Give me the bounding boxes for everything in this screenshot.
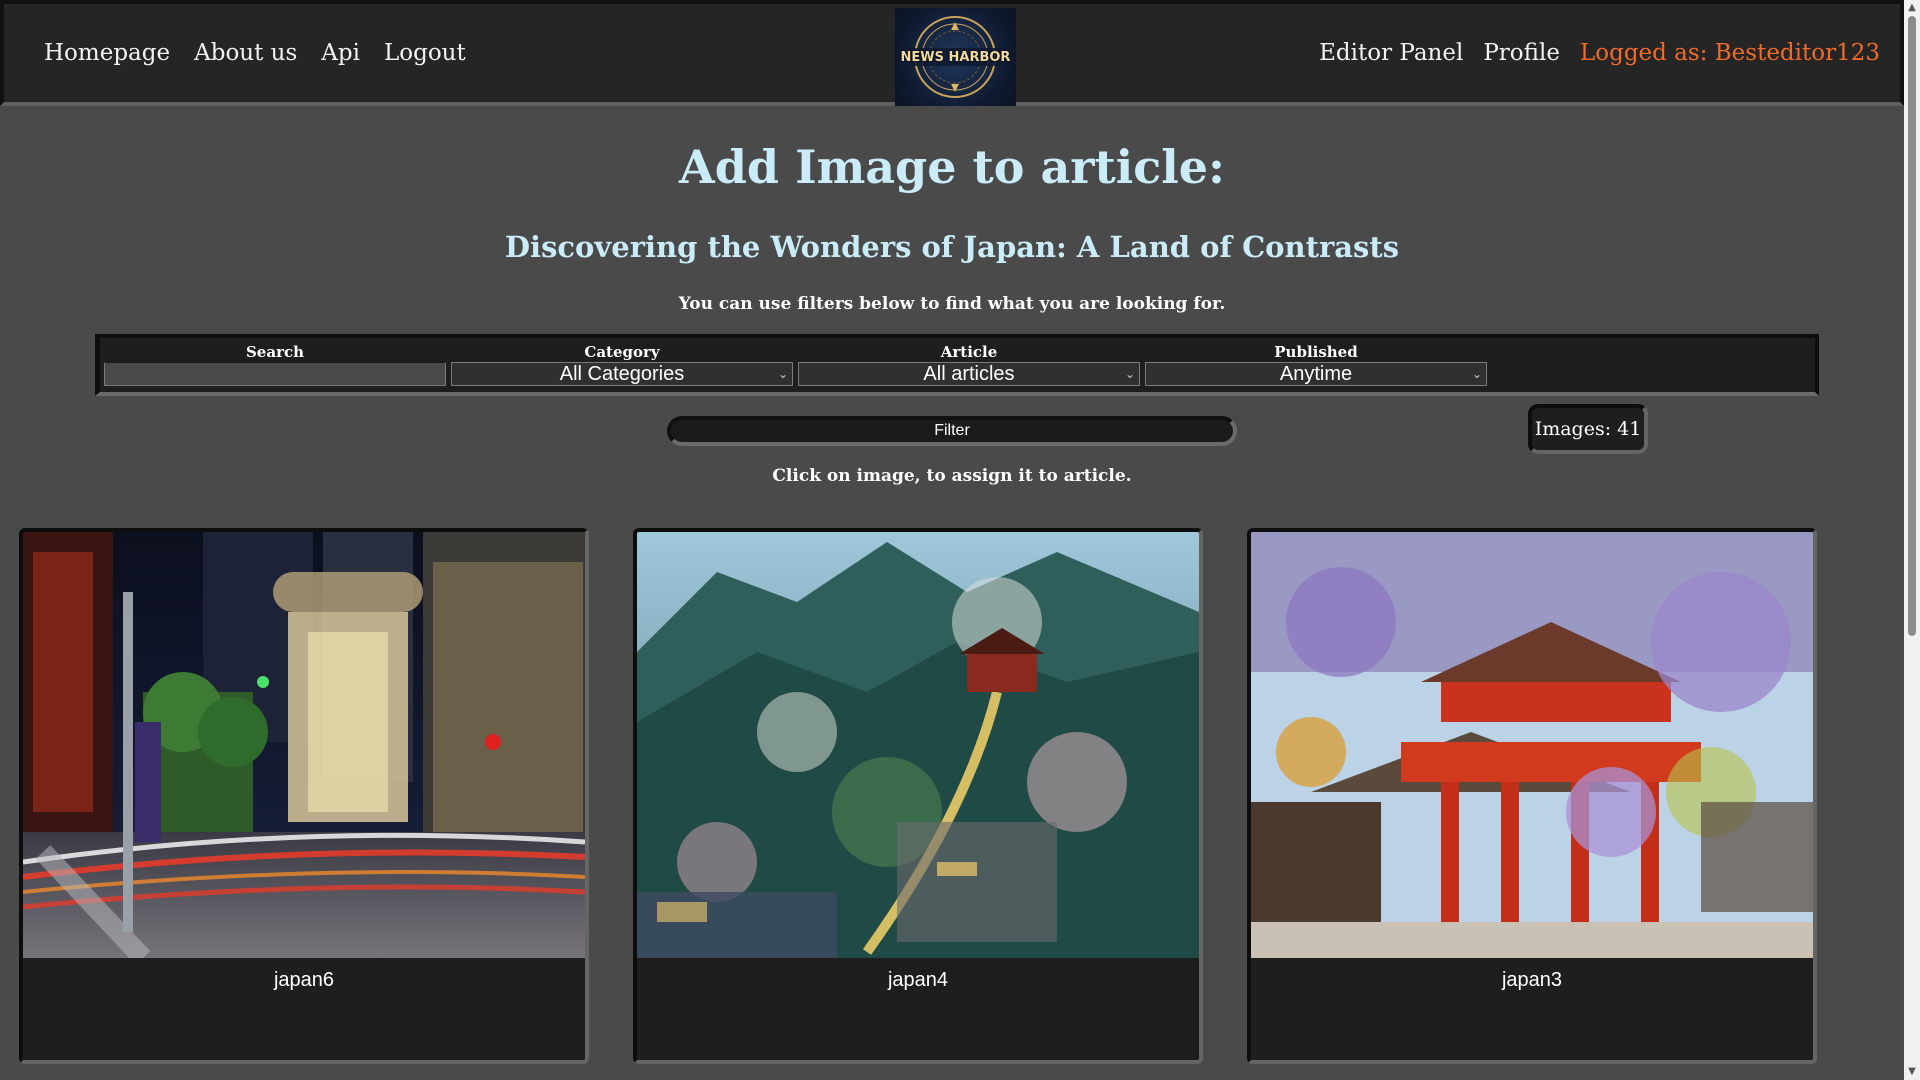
shrine-wisteria-photo xyxy=(1251,532,1813,958)
nav-api-link[interactable]: Api xyxy=(321,40,360,66)
mountain-village-photo xyxy=(637,532,1199,958)
scroll-down-icon[interactable]: ▼ xyxy=(1904,1064,1920,1080)
nav-logout-link[interactable]: Logout xyxy=(384,40,466,66)
article-select-value: All articles xyxy=(923,363,1015,385)
filter-bar: Search Category All Categories ⌄ Article… xyxy=(95,334,1819,396)
filter-published-cell: Published Anytime ⌄ xyxy=(1145,342,1487,392)
page-title: Add Image to article: xyxy=(679,140,1225,194)
image-card-japan3[interactable]: japan3 xyxy=(1247,528,1817,1064)
article-title: Discovering the Wonders of Japan: A Land… xyxy=(504,230,1400,264)
category-select[interactable]: All Categories ⌄ xyxy=(451,362,793,386)
scroll-up-icon[interactable]: ▲ xyxy=(1904,0,1920,16)
nav-homepage-link[interactable]: Homepage xyxy=(44,40,170,66)
category-select-value: All Categories xyxy=(559,363,685,385)
image-thumbnail[interactable] xyxy=(23,532,585,958)
article-select[interactable]: All articles ⌄ xyxy=(798,362,1140,386)
nav-editor-panel-link[interactable]: Editor Panel xyxy=(1319,40,1463,66)
top-navigation-bar: Homepage About us Api Logout NEWS HARBOR… xyxy=(0,0,1904,106)
article-label: Article xyxy=(940,343,998,361)
image-name: japan4 xyxy=(887,969,949,991)
site-logo[interactable]: NEWS HARBOR xyxy=(895,8,1016,106)
image-card-japan6[interactable]: japan6 xyxy=(19,528,589,1064)
nav-left-group: Homepage About us Api Logout xyxy=(44,40,466,66)
chevron-down-icon: ⌄ xyxy=(1124,367,1135,381)
filter-category-cell: Category All Categories ⌄ xyxy=(451,342,793,392)
page: Homepage About us Api Logout NEWS HARBOR… xyxy=(0,0,1920,1080)
nav-right-group: Editor Panel Profile Logged as: Bestedit… xyxy=(1319,40,1880,66)
chevron-down-icon: ⌄ xyxy=(1471,367,1482,381)
image-name: japan6 xyxy=(273,969,335,991)
filter-article-cell: Article All articles ⌄ xyxy=(798,342,1140,392)
published-label: Published xyxy=(1274,343,1358,361)
image-card-japan4[interactable]: japan4 xyxy=(633,528,1203,1064)
images-count-badge: Images: 41 xyxy=(1528,404,1648,454)
city-night-photo xyxy=(23,532,585,958)
search-label: Search xyxy=(245,343,305,361)
image-name: japan3 xyxy=(1501,969,1563,991)
image-thumbnail[interactable] xyxy=(637,532,1199,958)
logged-as-label: Logged as: Besteditor123 xyxy=(1579,40,1880,66)
published-select-value: Anytime xyxy=(1279,363,1353,385)
filter-hint-text: You can use filters below to find what y… xyxy=(678,294,1226,314)
logo-text: NEWS HARBOR xyxy=(900,50,1011,65)
image-thumbnail[interactable] xyxy=(1251,532,1813,958)
nav-profile-link[interactable]: Profile xyxy=(1483,40,1560,66)
search-input[interactable] xyxy=(104,362,446,386)
published-select[interactable]: Anytime ⌄ xyxy=(1145,362,1487,386)
page-scrollbar[interactable]: ▲ ▼ xyxy=(1904,0,1920,1080)
scrollbar-thumb[interactable] xyxy=(1908,16,1916,636)
category-label: Category xyxy=(584,343,660,361)
chevron-down-icon: ⌄ xyxy=(777,367,788,381)
nav-about-link[interactable]: About us xyxy=(194,40,297,66)
click-hint-text: Click on image, to assign it to article. xyxy=(772,466,1132,486)
filter-button[interactable]: Filter xyxy=(667,416,1237,446)
filter-search-cell: Search xyxy=(104,342,446,392)
